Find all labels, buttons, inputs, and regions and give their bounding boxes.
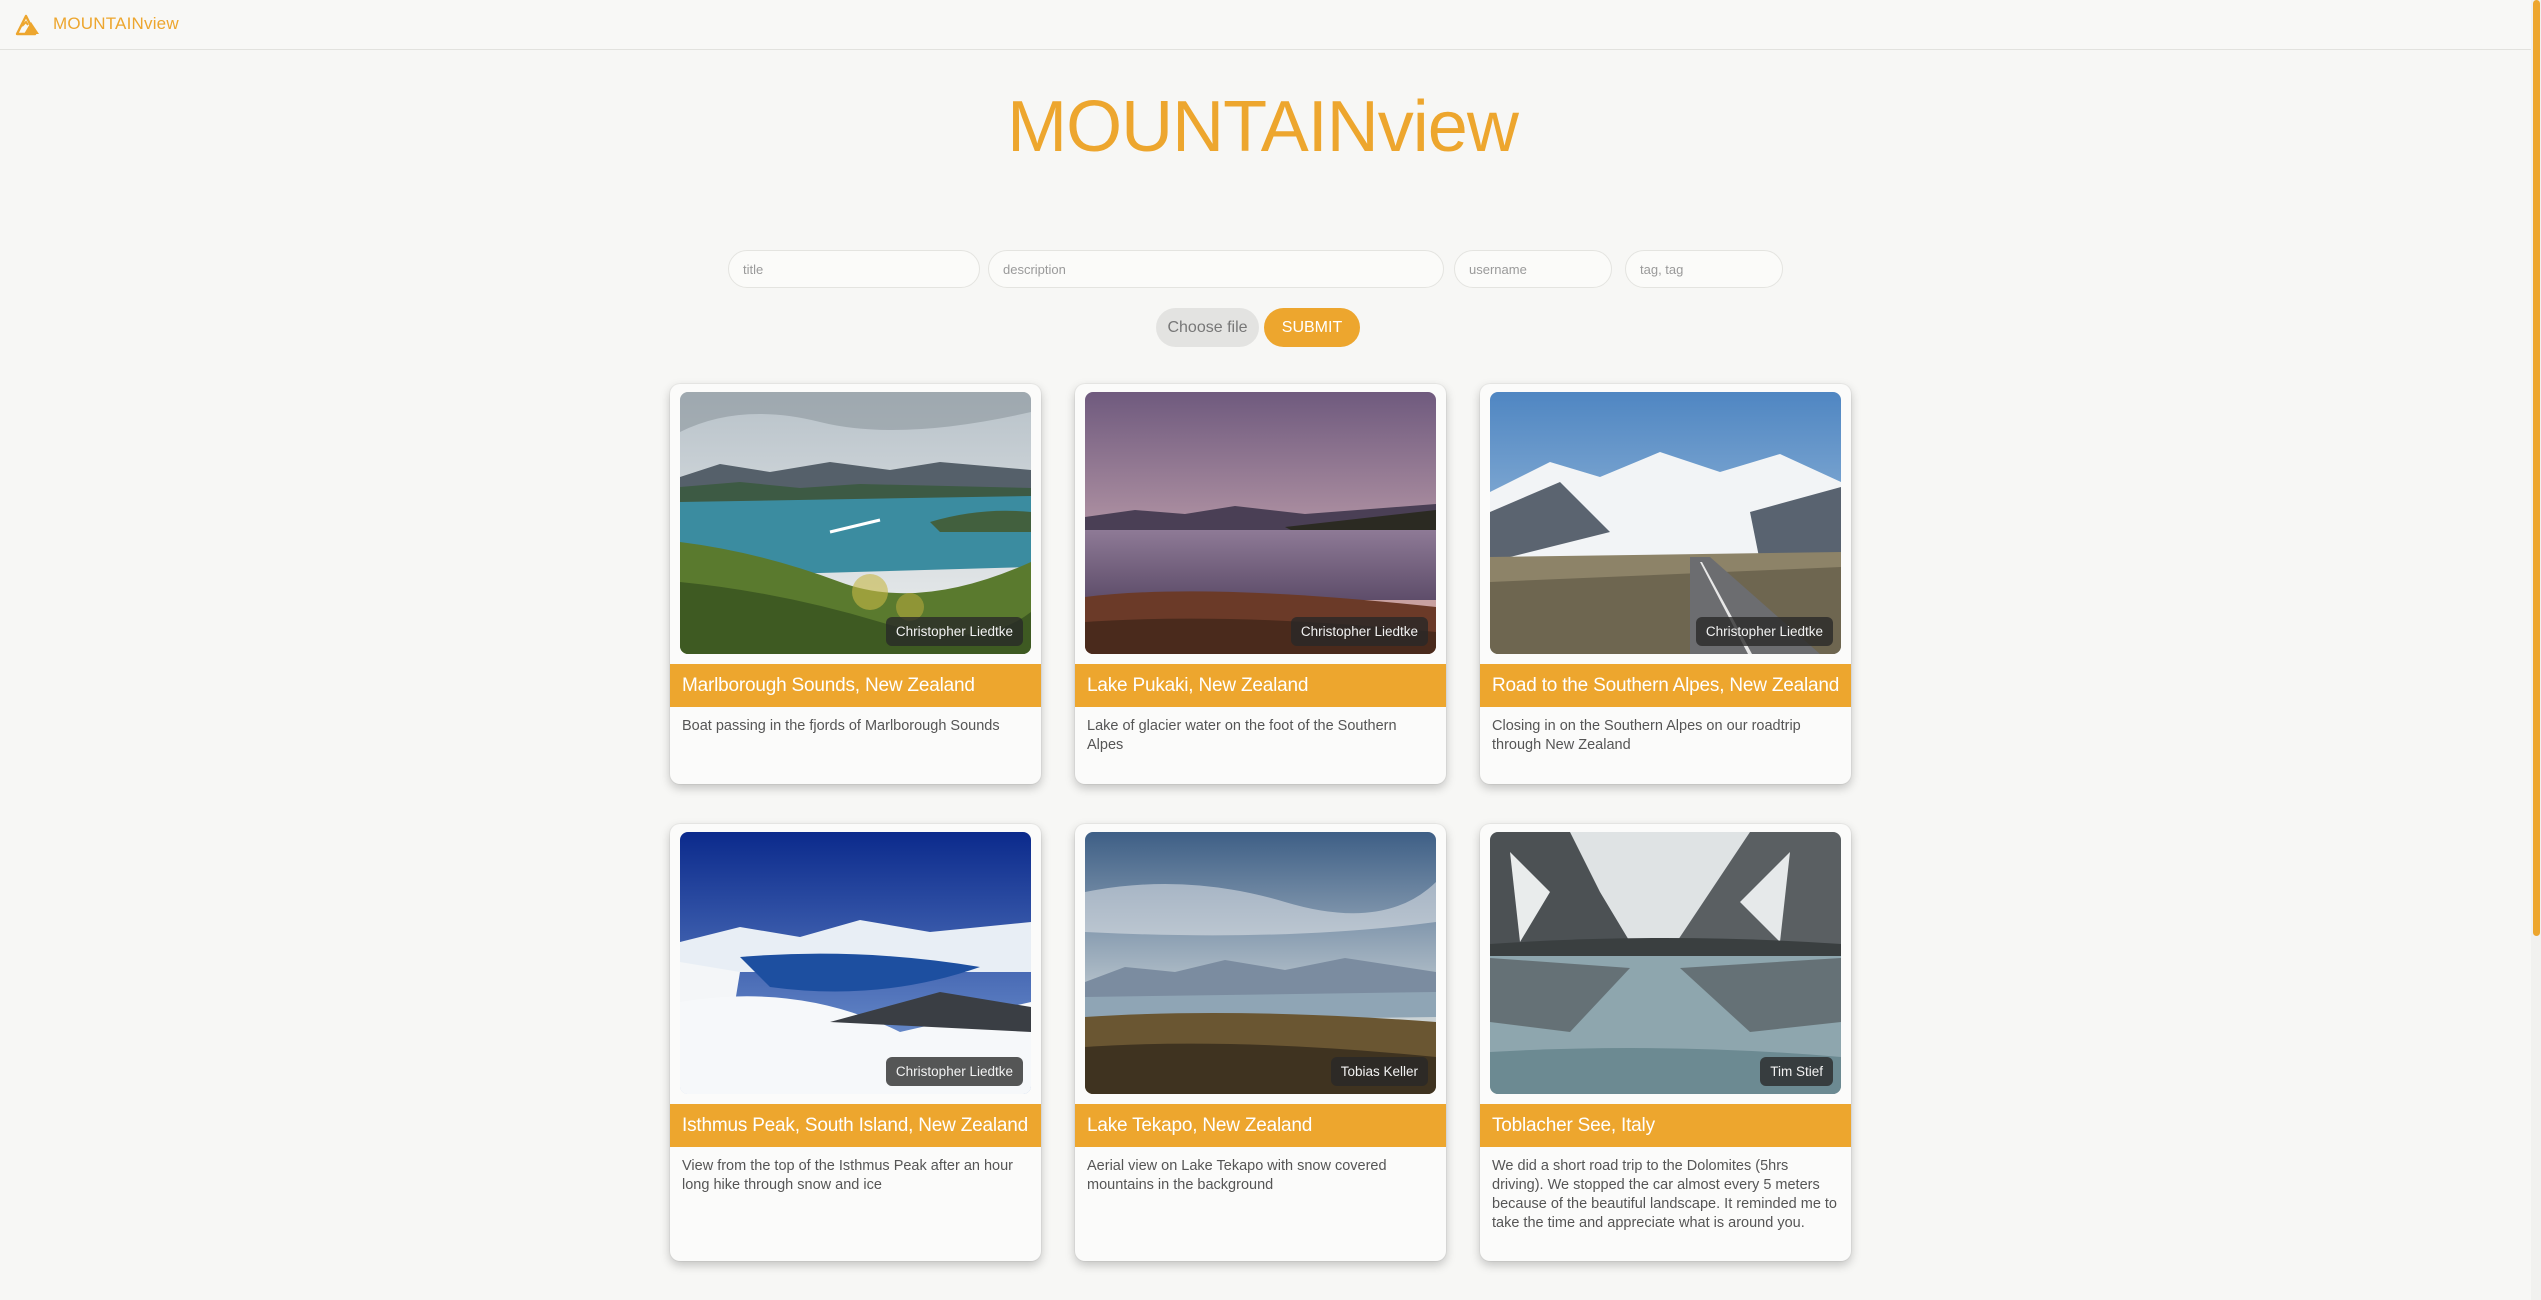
scrollbar-thumb[interactable] — [2533, 0, 2540, 936]
photo-credit: Tim Stief — [1760, 1057, 1833, 1086]
photo-card[interactable]: Tim Stief Toblacher See, Italy We did a … — [1480, 824, 1851, 1261]
card-description: Lake of glacier water on the foot of the… — [1087, 718, 1397, 753]
card-title: Lake Pukaki, New Zealand — [1075, 664, 1446, 707]
brand-name: MOUNTAINview — [53, 14, 179, 33]
card-photo: Tim Stief — [1490, 832, 1841, 1094]
card-title: Toblacher See, Italy — [1480, 1104, 1851, 1147]
photo-card[interactable]: Christopher Liedtke Lake Pukaki, New Zea… — [1075, 384, 1446, 784]
card-photo: Christopher Liedtke — [680, 832, 1031, 1094]
card-title: Road to the Southern Alpes, New Zealand — [1480, 664, 1851, 707]
card-photo: Christopher Liedtke — [680, 392, 1031, 654]
photo-credit: Christopher Liedtke — [885, 617, 1023, 646]
photo-card[interactable]: Christopher Liedtke Isthmus Peak, South … — [670, 824, 1041, 1261]
card-description: Boat passing in the fjords of Marlboroug… — [682, 718, 1000, 734]
brand-link[interactable]: MOUNTAINview — [15, 12, 179, 36]
photo-credit: Christopher Liedtke — [885, 1057, 1023, 1086]
photo-credit: Tobias Keller — [1330, 1057, 1428, 1086]
username-input[interactable] — [1454, 250, 1612, 288]
tags-input[interactable] — [1625, 250, 1783, 288]
photo-credit: Christopher Liedtke — [1290, 617, 1428, 646]
title-input[interactable] — [728, 250, 980, 288]
choose-file-button[interactable]: Choose file — [1156, 308, 1259, 347]
card-title: Isthmus Peak, South Island, New Zealand — [670, 1104, 1041, 1147]
photo-card[interactable]: Christopher Liedtke Road to the Southern… — [1480, 384, 1851, 784]
card-description: Closing in on the Southern Alpes on our … — [1492, 718, 1801, 753]
card-description: View from the top of the Isthmus Peak af… — [682, 1158, 1013, 1193]
card-photo: Christopher Liedtke — [1085, 392, 1436, 654]
submit-button[interactable]: SUBMIT — [1264, 308, 1360, 347]
description-input[interactable] — [988, 250, 1444, 288]
card-photo: Christopher Liedtke — [1490, 392, 1841, 654]
mountain-logo-icon — [15, 14, 39, 36]
card-photo: Tobias Keller — [1085, 832, 1436, 1094]
photo-card[interactable]: Tobias Keller Lake Tekapo, New Zealand A… — [1075, 824, 1446, 1261]
photo-credit: Christopher Liedtke — [1695, 617, 1833, 646]
card-description: We did a short road trip to the Dolomite… — [1492, 1158, 1837, 1231]
photo-card[interactable]: Christopher Liedtke Marlborough Sounds, … — [670, 384, 1041, 784]
card-description: Aerial view on Lake Tekapo with snow cov… — [1087, 1158, 1387, 1193]
page-title: MOUNTAINview — [1007, 87, 1519, 167]
card-title: Marlborough Sounds, New Zealand — [670, 664, 1041, 707]
top-navbar: MOUNTAINview — [0, 0, 2541, 50]
card-title: Lake Tekapo, New Zealand — [1075, 1104, 1446, 1147]
page-scrollbar[interactable] — [2531, 0, 2541, 1300]
